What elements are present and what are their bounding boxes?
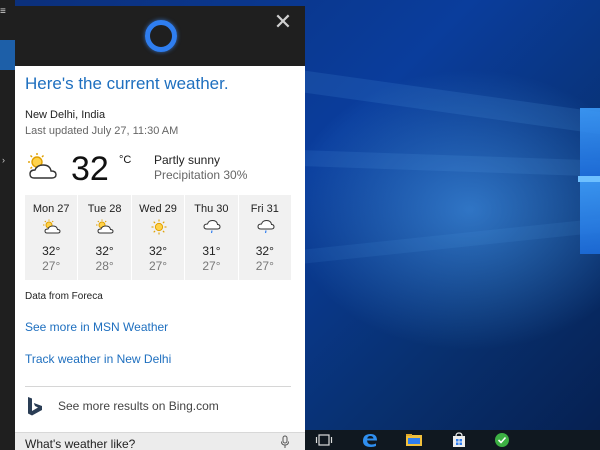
forecast-day-label: Thu 30	[194, 203, 229, 215]
cortana-panel: ✕ Here's the current weather. New Delhi,…	[15, 6, 305, 450]
forecast-high: 31°	[202, 244, 221, 258]
partly-sunny-icon	[43, 219, 61, 234]
forecast-day[interactable]: Mon 27 32° 27°	[25, 195, 78, 280]
task-view-icon[interactable]	[315, 432, 333, 448]
cortana-header: ✕	[15, 6, 305, 66]
rain-icon	[257, 219, 275, 234]
store-icon[interactable]	[450, 432, 468, 448]
divider	[25, 386, 291, 387]
track-weather-link[interactable]: Track weather in New Delhi	[25, 352, 171, 366]
forecast-day-label: Fri 31	[250, 203, 279, 215]
microphone-icon[interactable]	[279, 435, 291, 449]
forecast-day[interactable]: Tue 28 32° 28°	[78, 195, 131, 280]
forecast-low: 27°	[148, 259, 168, 273]
bing-results-label: See more results on Bing.com	[58, 399, 219, 413]
msn-weather-link[interactable]: See more in MSN Weather	[25, 320, 168, 334]
temperature-unit: °C	[119, 154, 132, 166]
edge-icon[interactable]	[361, 432, 379, 448]
forecast-day[interactable]: Fri 31 32° 27°	[238, 195, 292, 280]
forecast-high: 32°	[148, 244, 168, 258]
data-source-label: Data from Foreca	[25, 291, 103, 302]
partly-sunny-icon	[28, 153, 57, 179]
app-icon[interactable]	[493, 432, 511, 448]
rain-icon	[203, 219, 221, 234]
precipitation-label: Precipitation 30%	[154, 168, 248, 182]
close-icon[interactable]: ✕	[271, 10, 295, 34]
chevron-right-icon: ›	[2, 155, 5, 165]
sunny-icon	[151, 219, 167, 235]
forecast-low: 27°	[255, 259, 274, 273]
partly-sunny-icon	[96, 219, 114, 234]
hamburger-menu-icon[interactable]: ≡	[0, 6, 10, 17]
search-query-text: What's weather like?	[25, 437, 136, 450]
forecast-day-label: Mon 27	[32, 203, 70, 215]
cortana-search-box[interactable]: What's weather like?	[15, 432, 305, 450]
current-temperature: 32	[71, 150, 109, 188]
bing-results-link[interactable]: See more results on Bing.com	[25, 394, 291, 418]
forecast-low: 27°	[202, 259, 221, 273]
bing-icon	[28, 397, 42, 416]
forecast-day[interactable]: Thu 30 31° 27°	[185, 195, 238, 280]
current-condition: Partly sunny	[154, 153, 221, 167]
forecast-strip: Mon 27 32° 27° Tue 28 32° 28° Wed 29 32°…	[25, 195, 292, 280]
weather-headline: Here's the current weather.	[25, 74, 229, 93]
forecast-high: 32°	[42, 244, 61, 258]
file-explorer-icon[interactable]	[405, 432, 423, 448]
forecast-low: 27°	[42, 259, 61, 273]
location-label: New Delhi, India	[25, 109, 106, 121]
cortana-logo-icon	[145, 20, 177, 52]
taskbar	[305, 430, 600, 450]
last-updated-label: Last updated July 27, 11:30 AM	[25, 125, 179, 137]
forecast-low: 28°	[95, 259, 114, 273]
background-window-strip: ≡ ›	[0, 0, 15, 450]
forecast-day[interactable]: Wed 29 32° 27°	[131, 195, 185, 280]
forecast-day-label: Tue 28	[87, 203, 122, 215]
windows-logo	[580, 108, 600, 176]
forecast-high: 32°	[255, 244, 274, 258]
forecast-day-label: Wed 29	[139, 203, 177, 215]
forecast-high: 32°	[95, 244, 114, 258]
